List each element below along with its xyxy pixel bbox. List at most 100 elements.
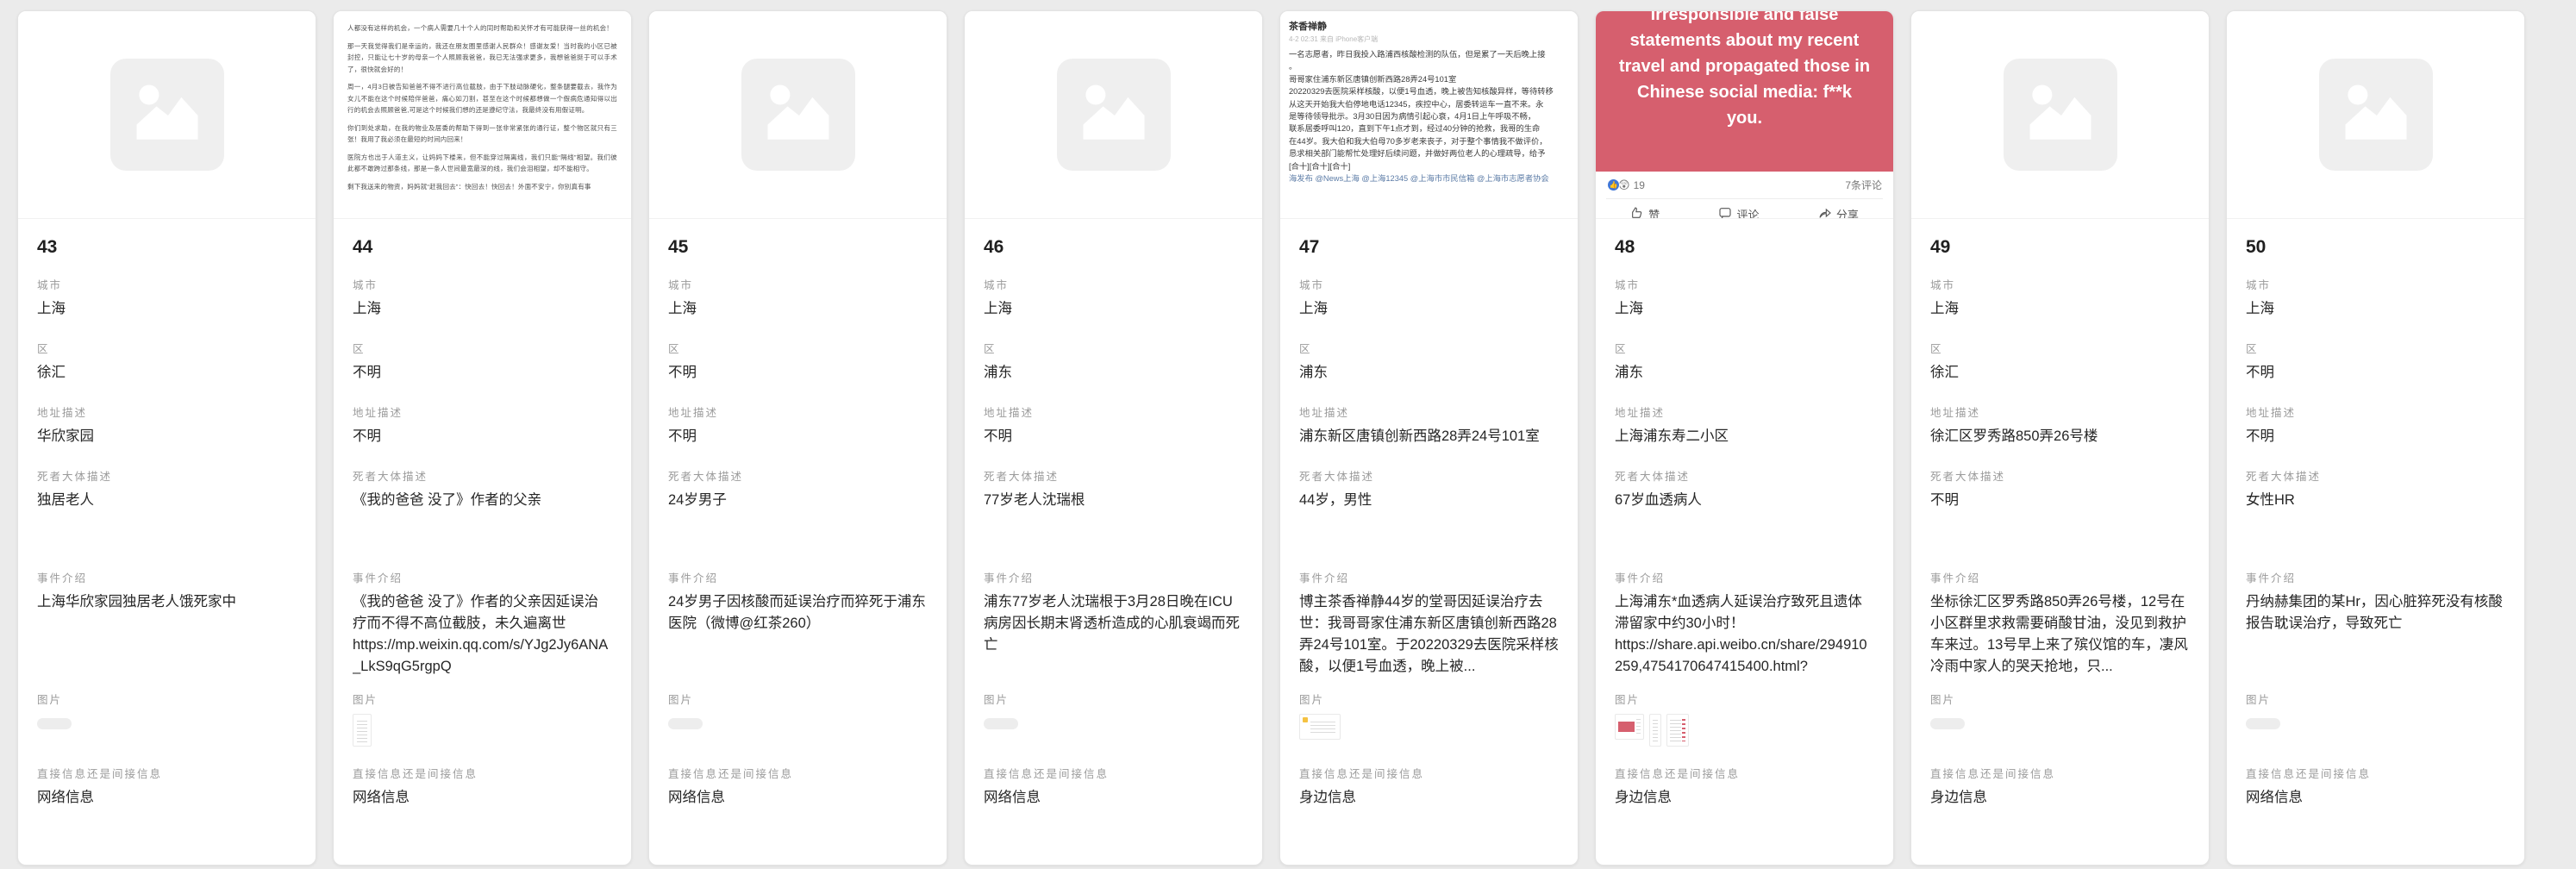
post-action-share[interactable]: 分享 (1818, 206, 1859, 219)
field-label-event: 事件介绍 (668, 572, 928, 585)
weibo-post-line: [合十][合十][合十] (1289, 160, 1567, 172)
field-value-city: 上海 (984, 298, 1243, 320)
field-label-event: 事件介绍 (1299, 572, 1559, 585)
field-label-deceased: 死者大体描述 (1299, 470, 1559, 484)
field-label-image: 图片 (1930, 693, 2190, 707)
card-body: 50 城市 上海 区 不明 地址描述 不明 死者大体描述 女性HR 事件介绍 丹… (2227, 219, 2524, 865)
field-label-event: 事件介绍 (1930, 572, 2190, 585)
field-label-deceased: 死者大体描述 (353, 470, 612, 484)
field-value-address: 徐汇区罗秀路850弄26号楼 (1930, 426, 2190, 447)
card-number: 50 (2246, 236, 2505, 258)
weibo-author-name: 茶香禅静 (1289, 19, 1567, 33)
card-number: 48 (1615, 236, 1874, 258)
field-label-event: 事件介绍 (37, 572, 297, 585)
mountain-sun-glyph (1072, 73, 1155, 156)
field-value-city: 上海 (37, 298, 297, 320)
field-value-direct: 身边信息 (1930, 787, 2190, 809)
field-value-deceased: 《我的爸爸 没了》作者的父亲 (353, 490, 612, 572)
image-thumbnail-row (1930, 714, 2190, 748)
image-thumbnail (1615, 714, 1644, 740)
statement-text: Irresponsible and false statements about… (1618, 11, 1871, 172)
field-label-image: 图片 (353, 693, 612, 707)
image-thumbnail-row (984, 714, 1243, 748)
record-card[interactable]: 45 城市 上海 区 不明 地址描述 不明 死者大体描述 24岁男子 事件介绍 … (648, 10, 947, 866)
card-body: 47 城市 上海 区 浦东 地址描述 浦东新区唐镇创新西路28弄24号101室 … (1280, 219, 1578, 865)
field-value-deceased: 67岁血透病人 (1615, 490, 1874, 572)
field-label-district: 区 (353, 342, 612, 356)
field-label-city: 城市 (1930, 278, 2190, 292)
image-thumbnail-row (353, 714, 612, 748)
field-label-direct: 直接信息还是间接信息 (2246, 767, 2505, 781)
post-action-bar: 赞 评论 分享 (1596, 199, 1893, 219)
article-paragraph: 剩下我送来的物资，妈妈就“赶我回去”：快回去！快回去！外面不安宁，你别真有事 (347, 181, 617, 193)
field-value-address: 上海浦东寿二小区 (1615, 426, 1874, 447)
weibo-post-line: 20220329去医院采样核酸，以便1号血透，晚上被告知核酸异样，等待转移 (1289, 85, 1567, 97)
reaction-count: 19 (1634, 179, 1645, 191)
mountain-sun-glyph (2335, 73, 2417, 156)
field-label-district: 区 (37, 342, 297, 356)
field-value-district: 浦东 (1299, 362, 1559, 384)
field-value-direct: 网络信息 (668, 787, 928, 809)
record-card[interactable]: 50 城市 上海 区 不明 地址描述 不明 死者大体描述 女性HR 事件介绍 丹… (2226, 10, 2525, 866)
reaction-group: 👍😲19 (1607, 178, 1645, 192)
field-value-event: 《我的爸爸 没了》作者的父亲因延误治疗而不得不高位截肢，未久遍离世 https:… (353, 591, 612, 678)
post-action-label: 评论 (1736, 206, 1759, 219)
post-reaction-bar: 👍😲197条评论 (1596, 172, 1893, 192)
card-body: 43 城市 上海 区 徐汇 地址描述 华欣家园 死者大体描述 独居老人 事件介绍… (18, 219, 316, 865)
record-card[interactable]: 人都没有这样的机会，一个病人需要几十个人的同时帮助和关怀才有可能获得一丝的机会！… (333, 10, 632, 866)
wow-emoji-icon: 😲 (1618, 178, 1630, 192)
article-paragraph: 人都没有这样的机会，一个病人需要几十个人的同时帮助和关怀才有可能获得一丝的机会！ (347, 22, 617, 34)
field-value-city: 上海 (668, 298, 928, 320)
record-card[interactable]: 49 城市 上海 区 徐汇 地址描述 徐汇区罗秀路850弄26号楼 死者大体描述… (1910, 10, 2210, 866)
field-label-district: 区 (1930, 342, 2190, 356)
field-value-deceased: 女性HR (2246, 490, 2505, 572)
image-placeholder-icon (2004, 59, 2117, 171)
field-label-address: 地址描述 (2246, 406, 2505, 420)
image-thumbnail (1666, 714, 1689, 747)
field-label-address: 地址描述 (984, 406, 1243, 420)
weibo-post-line: 。 (1289, 60, 1567, 72)
card-board: 43 城市 上海 区 徐汇 地址描述 华欣家园 死者大体描述 独居老人 事件介绍… (0, 0, 2576, 866)
field-label-image: 图片 (668, 693, 928, 707)
field-value-address: 不明 (353, 426, 612, 447)
card-cover-image: 茶香禅静4-2 02:31 来自 iPhone客户端一名志愿者，昨日我投入路浦西… (1280, 11, 1578, 219)
mountain-sun-glyph (126, 73, 209, 156)
weibo-post-line: 联系居委呼叫120，直到下午1点才到，经过40分钟的抢救，我哥的生命 (1289, 122, 1567, 134)
field-value-district: 浦东 (984, 362, 1243, 384)
post-action-comment[interactable]: 评论 (1718, 206, 1759, 219)
card-number: 46 (984, 236, 1243, 258)
field-label-address: 地址描述 (37, 406, 297, 420)
field-label-city: 城市 (1615, 278, 1874, 292)
record-card[interactable]: 46 城市 上海 区 浦东 地址描述 不明 死者大体描述 77岁老人沈瑞根 事件… (964, 10, 1263, 866)
field-label-city: 城市 (1299, 278, 1559, 292)
record-card[interactable]: 茶香禅静4-2 02:31 来自 iPhone客户端一名志愿者，昨日我投入路浦西… (1279, 10, 1579, 866)
image-thumbnail-row (1299, 714, 1559, 748)
image-thumbnail (37, 718, 72, 729)
field-label-direct: 直接信息还是间接信息 (984, 767, 1243, 781)
field-label-direct: 直接信息还是间接信息 (668, 767, 928, 781)
field-label-address: 地址描述 (1299, 406, 1559, 420)
post-action-thumb[interactable]: 赞 (1630, 206, 1660, 219)
field-label-city: 城市 (984, 278, 1243, 292)
field-label-image: 图片 (2246, 693, 2505, 707)
field-label-direct: 直接信息还是间接信息 (353, 767, 612, 781)
field-label-address: 地址描述 (353, 406, 612, 420)
image-thumbnail (1930, 718, 1965, 729)
field-value-city: 上海 (1930, 298, 2190, 320)
field-value-address: 不明 (668, 426, 928, 447)
field-value-direct: 网络信息 (37, 787, 297, 809)
field-label-city: 城市 (668, 278, 928, 292)
record-card[interactable]: 43 城市 上海 区 徐汇 地址描述 华欣家园 死者大体描述 独居老人 事件介绍… (17, 10, 316, 866)
record-card[interactable]: Irresponsible and false statements about… (1595, 10, 1894, 866)
post-action-label: 分享 (1836, 206, 1859, 219)
article-paragraph: 医院方也出于人道主义，让妈妈下楼来，但不能穿过隔离线，我们只能“隔线”相望。我们… (347, 152, 617, 175)
weibo-post-line: 从这天开始我大伯停地电话12345，疾控中心，居委转运车一直不来。永 (1289, 98, 1567, 110)
field-value-direct: 网络信息 (984, 787, 1243, 809)
comment-icon (1718, 206, 1732, 219)
field-label-district: 区 (1299, 342, 1559, 356)
field-value-event: 上海华欣家园独居老人饿死家中 (37, 591, 297, 678)
field-value-direct: 网络信息 (2246, 787, 2505, 809)
field-value-event: 坐标徐汇区罗秀路850弄26号楼，12号在小区群里求救需要硝酸甘油，没见到救护车… (1930, 591, 2190, 678)
weibo-post-line: 一名志愿者，昨日我投入路浦西核酸检测的队伍，但是累了一天后晚上接 (1289, 48, 1567, 60)
image-placeholder-icon (2319, 59, 2433, 171)
